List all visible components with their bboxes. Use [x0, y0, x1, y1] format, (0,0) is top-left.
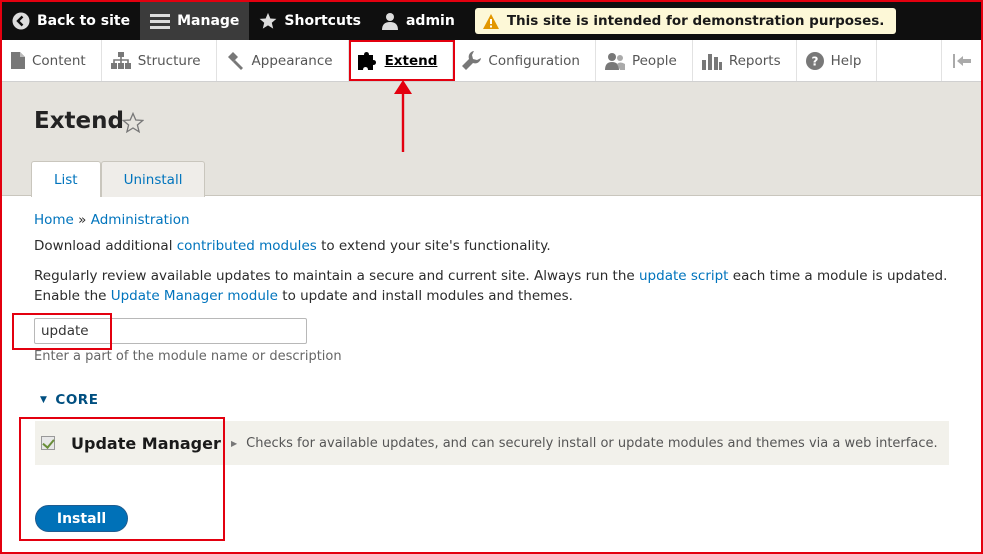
- tray-item-label: Appearance: [251, 52, 333, 69]
- structure-icon: [110, 52, 131, 69]
- tray-item-label: Content: [32, 52, 86, 69]
- tray-item-label: Structure: [137, 52, 201, 69]
- module-description-toggle[interactable]: ▶ Checks for available updates, and can …: [231, 436, 938, 451]
- review-text: Regularly review available updates to ma…: [34, 266, 954, 306]
- update-manager-module-link[interactable]: Update Manager module: [111, 288, 278, 304]
- enable-pre-text: Enable the: [34, 288, 111, 304]
- enable-post-text: to update and install modules and themes…: [277, 288, 573, 304]
- main-content: Home » Administration Download additiona…: [34, 212, 954, 465]
- review-mid-text: each time a module is updated.: [728, 268, 948, 284]
- wrench-icon: [462, 51, 482, 70]
- admin-toolbar: Back to site Manage Shortcuts admin This…: [2, 2, 981, 40]
- collapse-left-icon: [952, 53, 971, 68]
- annotation-box-module: [19, 417, 225, 541]
- tray-item-label: Help: [830, 52, 862, 69]
- tray-item-label: Configuration: [488, 52, 580, 69]
- bar-chart-icon: [701, 53, 722, 70]
- back-to-site-label: Back to site: [37, 13, 131, 29]
- warning-text: This site is intended for demonstration …: [506, 13, 885, 29]
- user-tab[interactable]: admin: [371, 2, 465, 40]
- breadcrumb-separator: »: [78, 212, 87, 228]
- core-group-toggle[interactable]: ▼ CORE: [40, 392, 98, 408]
- shortcut-star-icon[interactable]: [122, 112, 144, 133]
- svg-text:?: ?: [811, 54, 818, 68]
- manage-label: Manage: [177, 13, 240, 29]
- review-pre-text: Regularly review available updates to ma…: [34, 268, 639, 284]
- tray-item-label: Reports: [728, 52, 781, 69]
- primary-tabs: List Uninstall: [31, 161, 206, 197]
- people-icon: [604, 52, 625, 70]
- expanded-triangle-icon: ▼: [40, 395, 48, 405]
- user-icon: [381, 13, 398, 30]
- tray-orientation-toggle[interactable]: [941, 40, 981, 81]
- page-frame: Back to site Manage Shortcuts admin This…: [0, 0, 983, 554]
- back-to-site-link[interactable]: Back to site: [2, 2, 140, 40]
- manage-tab[interactable]: Manage: [140, 2, 250, 40]
- breadcrumb-administration[interactable]: Administration: [91, 212, 190, 228]
- tray-item-content[interactable]: Content: [2, 40, 102, 81]
- tray-item-people[interactable]: People: [596, 40, 693, 81]
- contributed-modules-link[interactable]: contributed modules: [177, 238, 317, 254]
- download-text: Download additional contributed modules …: [34, 238, 954, 254]
- page-title: Extend: [34, 108, 124, 134]
- annotation-arrow-icon: [394, 80, 412, 152]
- tray-item-help[interactable]: ? Help: [797, 40, 878, 81]
- module-description: Checks for available updates, and can se…: [246, 435, 938, 451]
- page-icon: [11, 52, 25, 69]
- back-arrow-icon: [12, 12, 30, 30]
- help-icon: ?: [805, 51, 824, 70]
- paintbrush-icon: [227, 51, 243, 70]
- admin-tray-menu: Content Structure Appearance Extend Conf…: [2, 40, 981, 82]
- warning-icon: [482, 13, 499, 29]
- tab-list[interactable]: List: [31, 161, 101, 197]
- core-group-label: CORE: [55, 392, 99, 408]
- tray-item-structure[interactable]: Structure: [102, 40, 217, 81]
- annotation-box-extend: [349, 40, 455, 81]
- breadcrumb-home[interactable]: Home: [34, 212, 74, 228]
- shortcuts-label: Shortcuts: [284, 13, 361, 29]
- tray-item-configuration[interactable]: Configuration: [453, 40, 596, 81]
- page-header: Extend List Uninstall: [2, 82, 981, 197]
- breadcrumb: Home » Administration: [34, 212, 954, 232]
- expand-triangle-icon: ▶: [231, 438, 238, 448]
- demo-warning-badge: This site is intended for demonstration …: [474, 8, 897, 34]
- filter-description: Enter a part of the module name or descr…: [34, 349, 342, 364]
- star-icon: [260, 12, 277, 29]
- tray-item-appearance[interactable]: Appearance: [217, 40, 349, 81]
- update-script-link[interactable]: update script: [639, 268, 728, 284]
- hamburger-icon: [150, 14, 171, 29]
- user-label: admin: [405, 13, 455, 29]
- tab-uninstall[interactable]: Uninstall: [100, 161, 206, 197]
- annotation-box-filter: [12, 313, 112, 350]
- download-post-text: to extend your site's functionality.: [316, 238, 551, 254]
- tray-item-reports[interactable]: Reports: [693, 40, 797, 81]
- shortcuts-tab[interactable]: Shortcuts: [249, 2, 371, 40]
- download-pre-text: Download additional: [34, 238, 177, 254]
- tray-item-label: People: [631, 52, 677, 69]
